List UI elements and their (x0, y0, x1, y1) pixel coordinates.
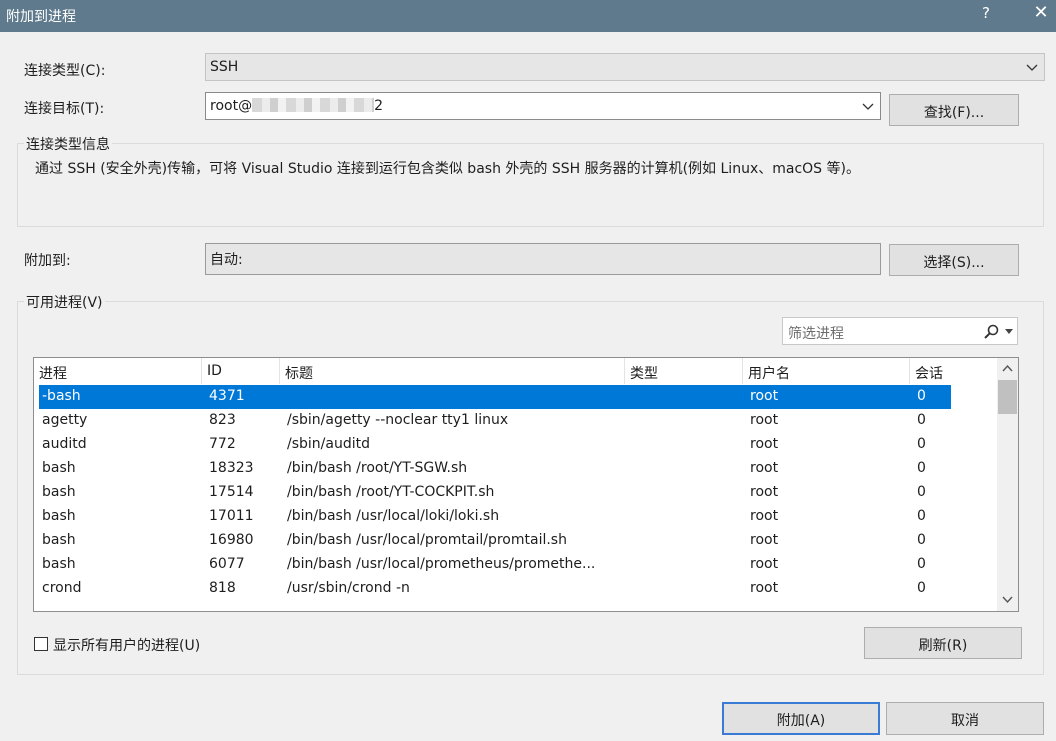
cell-process: -bash (42, 388, 81, 404)
cell-title: /bin/bash /usr/local/loki/loki.sh (287, 508, 500, 524)
attach-button[interactable]: 附加(A) (722, 702, 880, 735)
cell-session: 0 (917, 508, 926, 524)
help-button[interactable]: ? (976, 4, 996, 26)
cell-user: root (750, 460, 779, 476)
cell-id: 17514 (209, 484, 254, 500)
connection-info-title: 连接类型信息 (24, 134, 112, 154)
find-button[interactable]: 查找(F)... (889, 94, 1019, 126)
cell-process: bash (42, 532, 76, 548)
table-row[interactable]: bash 16980/bin/bash /usr/local/promtail/p… (39, 529, 951, 553)
cell-id: 16980 (209, 532, 254, 548)
column-header-process[interactable]: 进程 (34, 358, 202, 384)
attach-to-value: 自动: (210, 252, 243, 268)
cell-user: root (750, 532, 779, 548)
attach-to-value-box: 自动: (205, 243, 881, 275)
column-header-id[interactable]: ID (202, 358, 280, 384)
target-prefix: root@ (210, 98, 253, 114)
cell-process: bash (42, 508, 76, 524)
cell-session: 0 (917, 532, 926, 548)
cell-process: crond (42, 580, 82, 596)
available-processes-title: 可用进程(V) (24, 292, 105, 312)
cell-title: /sbin/auditd (287, 436, 370, 452)
show-all-users-label[interactable]: 显示所有用户的进程(U) (53, 635, 200, 655)
cell-id: 17011 (209, 508, 254, 524)
cell-id: 18323 (209, 460, 254, 476)
chevron-down-icon (862, 103, 874, 110)
table-row[interactable]: bash 6077/bin/bash /usr/local/prometheus/… (39, 553, 951, 577)
table-row[interactable]: bash 18323/bin/bash /root/YT-SGW.sh root 0 (39, 457, 951, 481)
table-row[interactable]: -bash 4371 root 0 (39, 385, 951, 409)
redacted-host (252, 98, 375, 112)
process-table: 进程 ID 标题 类型 用户名 会话 -bash 4371 root 0 agetty 8… (33, 357, 1019, 612)
filter-processes-input[interactable]: 筛选进程 (782, 317, 1018, 345)
window-title: 附加到进程 (6, 9, 76, 25)
cell-user: root (750, 580, 779, 596)
cell-title: /sbin/agetty --noclear tty1 linux (287, 412, 509, 428)
cell-id: 6077 (209, 556, 245, 572)
cell-process: bash (42, 460, 76, 476)
target-suffix: 2 (374, 98, 383, 114)
scrollbar-thumb[interactable] (998, 380, 1017, 414)
title-bar: 附加到进程 ? ✕ (0, 0, 1056, 32)
connection-target-label: 连接目标(T): (24, 101, 105, 117)
cell-session: 0 (917, 556, 926, 572)
cell-user: root (750, 412, 779, 428)
cell-session: 0 (917, 388, 926, 404)
column-header-type[interactable]: 类型 (625, 358, 743, 384)
connection-type-label: 连接类型(C): (24, 63, 106, 79)
table-row[interactable]: agetty 823/sbin/agetty --noclear tty1 lin… (39, 409, 951, 433)
cell-session: 0 (917, 484, 926, 500)
cell-session: 0 (917, 580, 926, 596)
cell-session: 0 (917, 436, 926, 452)
cell-user: root (750, 388, 779, 404)
close-button[interactable]: ✕ (1030, 2, 1052, 28)
cell-id: 818 (209, 580, 236, 596)
table-row[interactable]: crond 818/usr/sbin/crond -n root 0 (39, 577, 951, 601)
table-row[interactable]: auditd 772/sbin/auditd root 0 (39, 433, 951, 457)
connection-info-group (17, 143, 1044, 227)
dropdown-arrow-icon[interactable] (1005, 329, 1013, 335)
cell-id: 4371 (209, 388, 245, 404)
connection-type-value: SSH (210, 59, 239, 75)
cell-user: root (750, 484, 779, 500)
filter-placeholder: 筛选进程 (788, 326, 844, 342)
table-row[interactable]: bash 17011/bin/bash /usr/local/loki/loki.… (39, 505, 951, 529)
cell-process: bash (42, 556, 76, 572)
select-button[interactable]: 选择(S)... (889, 244, 1019, 276)
cell-session: 0 (917, 460, 926, 476)
column-header-user[interactable]: 用户名 (743, 358, 910, 384)
cell-title: /bin/bash /usr/local/promtail/promtail.s… (287, 532, 567, 548)
cell-process: auditd (42, 436, 87, 452)
table-scrollbar[interactable] (997, 358, 1018, 611)
table-row[interactable]: bash 17514/bin/bash /root/YT-COCKPIT.sh ro… (39, 481, 951, 505)
cell-title: /bin/bash /root/YT-COCKPIT.sh (287, 484, 495, 500)
column-header-session[interactable]: 会话 (910, 358, 998, 384)
cell-user: root (750, 436, 779, 452)
cell-title: /usr/sbin/crond -n (287, 580, 410, 596)
connection-target-value: root@ 2 (210, 98, 383, 114)
cell-title: /bin/bash /root/YT-SGW.sh (287, 460, 468, 476)
cell-process: bash (42, 484, 76, 500)
refresh-button[interactable]: 刷新(R) (864, 627, 1022, 659)
show-all-users-checkbox[interactable] (34, 637, 48, 651)
connection-info-text: 通过 SSH (安全外壳)传输，可将 Visual Studio 连接到运行包含… (35, 161, 860, 177)
chevron-down-icon (1026, 64, 1038, 71)
attach-to-label: 附加到: (24, 253, 71, 269)
cell-title: /bin/bash /usr/local/prometheus/promethe… (287, 556, 596, 572)
connection-target-input[interactable]: root@ 2 (205, 92, 881, 120)
cell-session: 0 (917, 412, 926, 428)
cell-id: 823 (209, 412, 236, 428)
cell-user: root (750, 556, 779, 572)
column-header-title[interactable]: 标题 (280, 358, 625, 384)
cell-user: root (750, 508, 779, 524)
cancel-button[interactable]: 取消 (886, 702, 1044, 735)
cell-id: 772 (209, 436, 236, 452)
connection-type-select[interactable]: SSH (205, 53, 1045, 81)
scroll-down-icon[interactable] (1002, 596, 1013, 604)
cell-process: agetty (42, 412, 88, 428)
scroll-up-icon[interactable] (1002, 364, 1013, 372)
search-icon[interactable] (983, 324, 1001, 340)
